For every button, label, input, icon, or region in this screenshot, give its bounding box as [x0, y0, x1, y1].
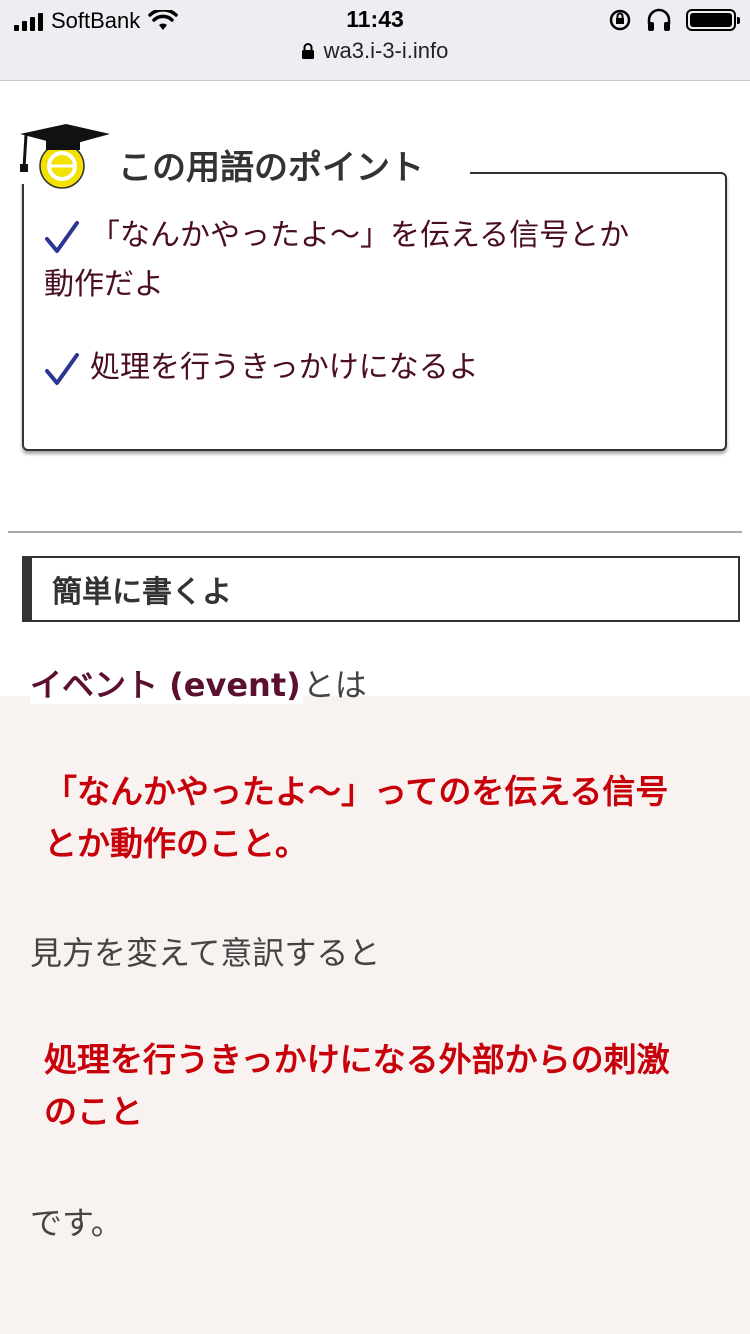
- definition-red-1-line2: とか動作のこと。: [44, 824, 308, 863]
- definition-intro: イベント (event)とは: [30, 660, 367, 706]
- definition-ending: です。: [30, 1204, 123, 1242]
- status-right: [608, 8, 740, 32]
- address-bar[interactable]: wa3.i-3-i.info: [0, 38, 750, 64]
- section-heading: 簡単に書くよ: [22, 556, 740, 622]
- definition-red-2-line2: のこと: [44, 1092, 143, 1131]
- point-item-1-text-a: 「なんかやった: [90, 218, 300, 253]
- point-item-1: 「なんかやったよ〜」を伝える信号とか: [44, 212, 684, 260]
- point-title: この用語のポイント: [118, 140, 458, 189]
- point-item-1-cont: 動作だよ: [44, 267, 164, 302]
- definition-red-2-line1: 処理を行うきっかけになる外部からの刺激: [44, 1040, 670, 1079]
- graduate-mascot-icon: [20, 124, 110, 189]
- check-icon: [45, 220, 79, 253]
- point-item-2-text: 処理を行うきっかけになるよ: [90, 350, 479, 385]
- definition-red-1-line1: 「なんかやったよ〜」ってのを伝える信号: [44, 772, 669, 811]
- divider: [8, 531, 742, 533]
- check-icon: [45, 352, 79, 385]
- headphones-icon: [647, 8, 671, 31]
- point-item-2: 処理を行うきっかけになるよ: [44, 344, 479, 392]
- orientation-lock-icon: [609, 9, 631, 31]
- battery-icon: [686, 9, 740, 31]
- point-item-1-text-b: よ〜」を伝える信号とか: [300, 218, 630, 253]
- lock-icon: [301, 43, 314, 59]
- definition-middle: 見方を変えて意訳すると: [30, 934, 381, 972]
- url-text: wa3.i-3-i.info: [323, 38, 449, 63]
- term-label: イベント (event): [30, 666, 303, 704]
- term-suffix: とは: [302, 666, 367, 704]
- status-bar: SoftBank 11:43 wa3.i-3-i.info: [0, 0, 750, 81]
